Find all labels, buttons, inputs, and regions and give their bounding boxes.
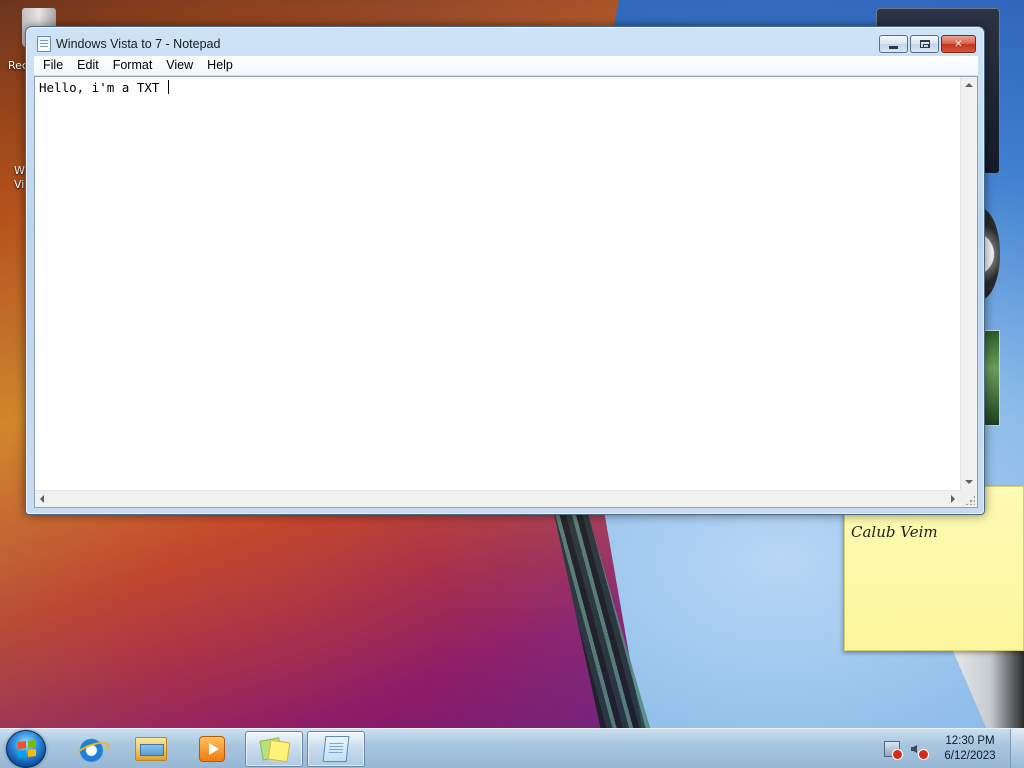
notepad-app-icon[interactable] xyxy=(37,36,51,52)
taskbar-notepad[interactable] xyxy=(307,731,365,767)
editor-text[interactable]: Hello, i'm a TXT xyxy=(39,80,167,95)
notepad-window[interactable]: Windows Vista to 7 - Notepad ✕ File Edit… xyxy=(25,26,985,515)
menu-view[interactable]: View xyxy=(159,56,200,75)
taskbar-sticky-notes[interactable] xyxy=(245,731,303,767)
close-icon: ✕ xyxy=(954,38,963,50)
internet-explorer-icon xyxy=(76,735,104,763)
scroll-down-icon[interactable] xyxy=(965,480,973,484)
scroll-left-icon[interactable] xyxy=(40,495,44,503)
taskbar: 12:30 PM 6/12/2023 xyxy=(0,728,1024,768)
minimize-button[interactable] xyxy=(879,35,908,53)
taskbar-clock[interactable]: 12:30 PM 6/12/2023 xyxy=(936,734,1004,764)
menu-file[interactable]: File xyxy=(36,56,70,75)
system-tray: 12:30 PM 6/12/2023 xyxy=(884,729,1024,768)
clock-time: 12:30 PM xyxy=(945,735,995,747)
menu-help[interactable]: Help xyxy=(200,56,240,75)
maximize-button[interactable] xyxy=(910,35,939,53)
close-button[interactable]: ✕ xyxy=(941,35,976,53)
notepad-icon xyxy=(322,736,350,762)
volume-muted-icon[interactable] xyxy=(910,741,929,760)
menu-bar: File Edit Format View Help xyxy=(34,56,978,75)
editor-area[interactable]: Hello, i'm a TXT xyxy=(34,76,978,508)
minimize-icon xyxy=(889,45,898,49)
caption-buttons: ✕ xyxy=(879,35,976,53)
sticky-notes-icon xyxy=(261,737,287,761)
taskbar-media-player[interactable] xyxy=(183,731,241,767)
media-player-icon xyxy=(199,736,225,762)
scroll-right-icon[interactable] xyxy=(951,495,955,503)
clock-date: 6/12/2023 xyxy=(944,750,996,762)
desktop-icon-label-1: W xyxy=(14,164,25,177)
folder-icon xyxy=(135,737,167,761)
menu-format[interactable]: Format xyxy=(106,56,160,75)
menu-edit[interactable]: Edit xyxy=(70,56,106,75)
wallpaper-tower xyxy=(952,650,1024,728)
size-grip[interactable] xyxy=(960,490,977,507)
windows-logo-icon xyxy=(18,740,36,758)
scroll-up-icon[interactable] xyxy=(965,83,973,87)
maximize-icon xyxy=(919,40,930,48)
desktop-icon-label-2: Vi xyxy=(14,178,25,191)
sticky-note-text[interactable]: Calub Veim xyxy=(851,523,938,541)
taskbar-internet-explorer[interactable] xyxy=(61,731,119,767)
show-desktop-button[interactable] xyxy=(1010,729,1024,768)
taskbar-windows-explorer[interactable] xyxy=(122,731,180,767)
text-caret xyxy=(167,80,169,94)
network-warning-icon[interactable] xyxy=(884,741,903,760)
vertical-scrollbar[interactable] xyxy=(960,77,977,490)
window-title: Windows Vista to 7 - Notepad xyxy=(56,37,221,51)
horizontal-scrollbar[interactable] xyxy=(35,490,960,507)
start-button[interactable] xyxy=(6,730,46,768)
text-editor[interactable]: Hello, i'm a TXT xyxy=(37,79,960,489)
